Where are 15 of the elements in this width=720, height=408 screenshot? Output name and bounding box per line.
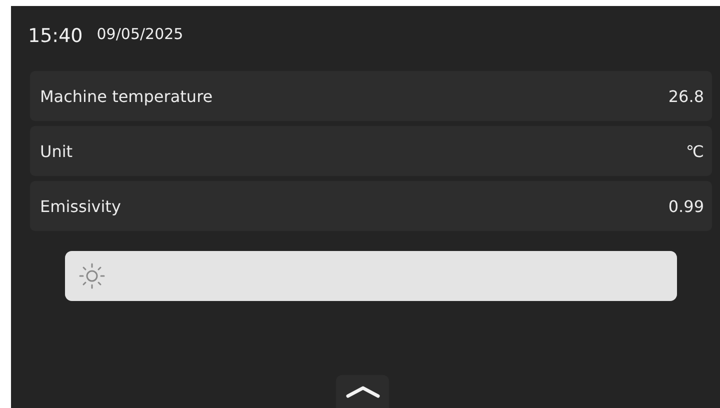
chevron-up-icon [344, 384, 380, 398]
setting-label: Unit [40, 142, 73, 160]
expand-up-button[interactable] [336, 375, 389, 408]
setting-value: 26.8 [668, 86, 704, 106]
brightness-slider[interactable] [65, 251, 677, 301]
sun-icon [79, 263, 105, 289]
setting-label: Machine temperature [40, 86, 213, 106]
setting-value: 0.99 [668, 196, 704, 216]
setting-row[interactable]: Emissivity 0.99 [30, 181, 712, 231]
setting-value: ℃ [686, 142, 704, 160]
setting-label: Emissivity [40, 196, 121, 216]
clock-time: 15:40 [28, 25, 83, 47]
setting-row[interactable]: Machine temperature 26.8 [30, 71, 712, 121]
date-text: 09/05/2025 [96, 25, 184, 43]
setting-row[interactable]: Unit ℃ [30, 126, 712, 176]
